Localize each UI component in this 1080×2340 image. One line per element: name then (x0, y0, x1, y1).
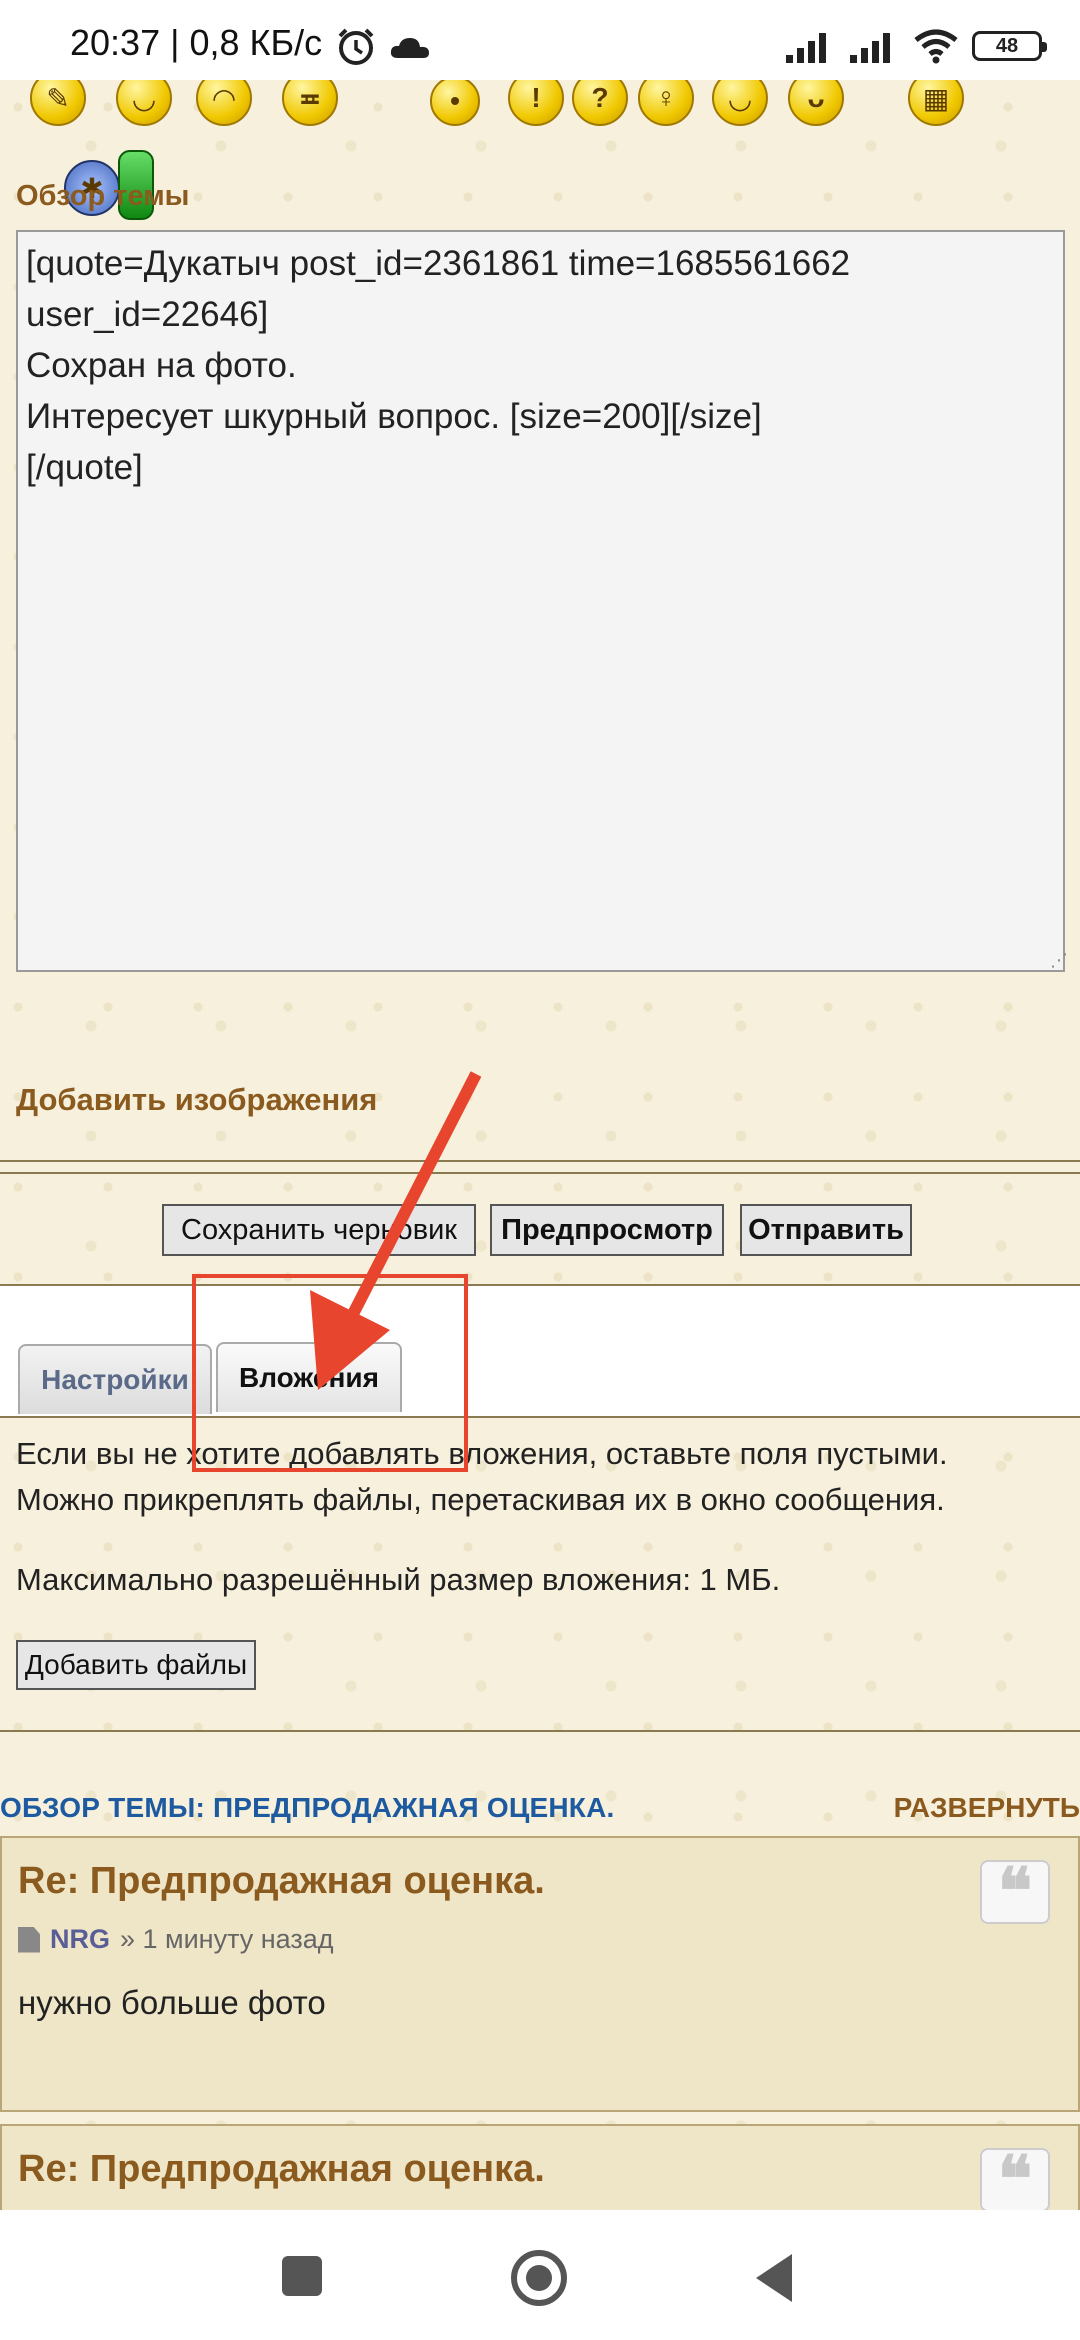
post: Re: Предпродажная оценка. ❝ (0, 2124, 1080, 2224)
post-meta: NRG » 1 минуту назад (18, 1924, 334, 1955)
topic-review-label: Обзор темы (16, 180, 190, 212)
quote-button[interactable]: ❝ (980, 2148, 1050, 2212)
preview-button[interactable]: Предпросмотр (490, 1204, 724, 1256)
attachments-hint: Если вы не хотите добавлять вложения, ос… (16, 1436, 948, 1471)
home-icon[interactable] (511, 2250, 567, 2306)
add-images-link[interactable]: Добавить изображения (16, 1082, 377, 1118)
divider (0, 1416, 1080, 1418)
max-size-text: Максимально разрешённый размер вложения:… (16, 1562, 781, 1597)
status-icons: 48 (784, 26, 1047, 66)
expand-link[interactable]: РАЗВЕРНУТЬ (894, 1792, 1080, 1824)
divider (0, 1160, 1080, 1162)
tab-attachments[interactable]: Вложения (216, 1342, 402, 1412)
tabs-area: Настройки Вложения (0, 1286, 1080, 1416)
topic-review-title: ОБЗОР ТЕМЫ: ПРЕДПРОДАЖНАЯ ОЦЕНКА. (0, 1792, 615, 1823)
attachments-drag-hint: Можно прикреплять файлы, перетаскивая их… (16, 1482, 945, 1517)
save-draft-button[interactable]: Сохранить черновик (162, 1204, 476, 1256)
post-document-icon[interactable] (18, 1926, 40, 1953)
status-bar: 20:37 | 0,8 КБ/с 48 (0, 0, 1080, 80)
cloud-icon (390, 38, 429, 58)
signal-icon (786, 33, 826, 63)
quote-button[interactable]: ❝ (980, 1860, 1050, 1924)
post-body: нужно больше фото (18, 1984, 326, 2021)
signal-icon-2 (850, 33, 890, 63)
topic-review-header: ОБЗОР ТЕМЫ: ПРЕДПРОДАЖНАЯ ОЦЕНКА. РАЗВЕР… (0, 1780, 1080, 1830)
message-textarea[interactable]: [quote=Дукатыч post_id=2361861 time=1685… (16, 230, 1065, 972)
post-author[interactable]: NRG (50, 1924, 110, 1955)
post-title[interactable]: Re: Предпродажная оценка. (18, 2148, 545, 2191)
tab-settings[interactable]: Настройки (18, 1344, 212, 1414)
post-title[interactable]: Re: Предпродажная оценка. (18, 1860, 545, 1903)
add-files-button[interactable]: Добавить файлы (16, 1640, 256, 1690)
wifi-icon (914, 29, 958, 64)
battery-icon: 48 (972, 31, 1047, 61)
post-time: » 1 минуту назад (120, 1924, 334, 1954)
submit-button[interactable]: Отправить (740, 1204, 912, 1256)
status-time: 20:37 | 0,8 КБ/с (70, 22, 323, 63)
recent-apps-icon[interactable] (282, 2256, 322, 2296)
post: Re: Предпродажная оценка. ❝ NRG » 1 мину… (0, 1836, 1080, 2112)
alarm-icon (338, 28, 374, 65)
divider (0, 1172, 1080, 1174)
navigation-bar (0, 2210, 1080, 2340)
back-icon[interactable] (756, 2254, 792, 2302)
divider (0, 1730, 1080, 1732)
